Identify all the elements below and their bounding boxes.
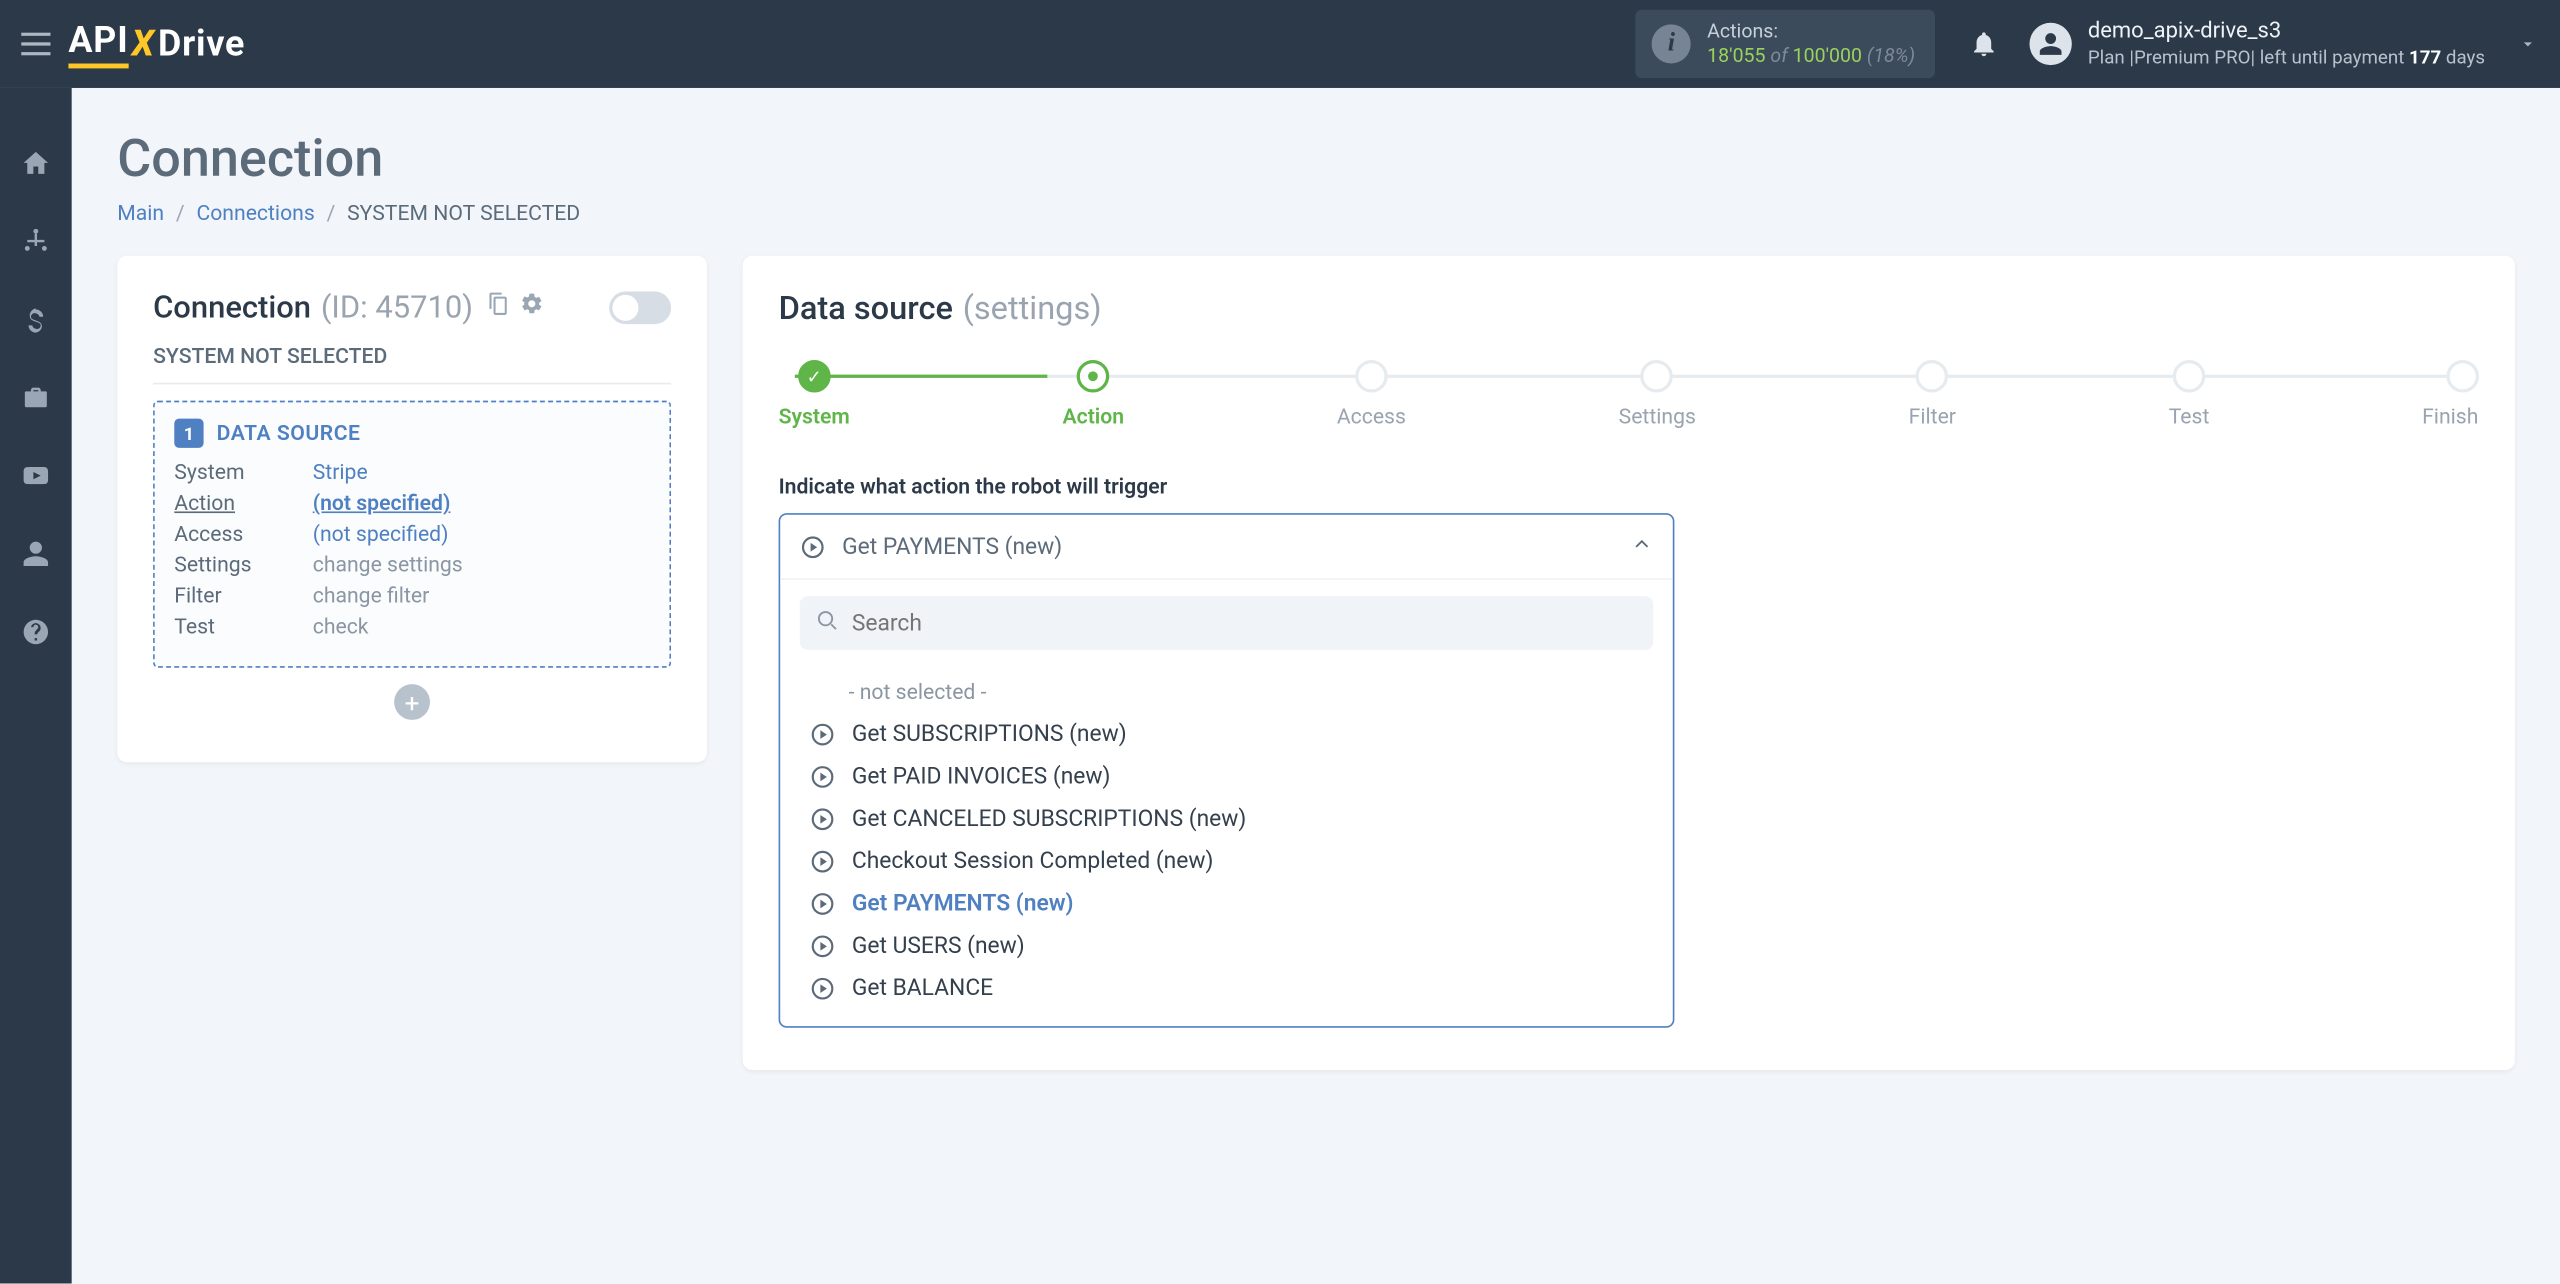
avatar-icon	[2029, 23, 2071, 65]
actions-pct: (18%)	[1867, 44, 1915, 67]
action-select-head[interactable]: Get PAYMENTS (new)	[780, 515, 1673, 580]
topbar: APIXDrive i Actions: 18'055 of 100'000 (…	[0, 0, 2560, 88]
connections-icon[interactable]	[0, 222, 72, 261]
option-canceled-subs[interactable]: Get CANCELED SUBSCRIPTIONS (new)	[780, 798, 1673, 840]
data-source-settings-card: Data source (settings) ✓System Action Ac…	[743, 256, 2515, 1070]
sidebar	[0, 88, 72, 1284]
connection-subtitle: SYSTEM NOT SELECTED	[153, 345, 671, 384]
actions-used: 18'055	[1707, 44, 1765, 67]
logo-drive: Drive	[158, 24, 245, 65]
ds-row-system: SystemStripe	[174, 461, 650, 485]
step-action[interactable]: Action	[1063, 360, 1125, 430]
ds-row-settings: Settingschange settings	[174, 554, 650, 578]
briefcase-icon[interactable]	[0, 378, 72, 417]
option-checkout-session[interactable]: Checkout Session Completed (new)	[780, 840, 1673, 882]
data-source-block[interactable]: 1 DATA SOURCE SystemStripe Action(not sp…	[153, 401, 671, 668]
breadcrumb-connections[interactable]: Connections	[196, 202, 314, 226]
actions-counter[interactable]: i Actions: 18'055 of 100'000 (18%)	[1636, 10, 1935, 78]
action-search[interactable]	[800, 596, 1653, 650]
connection-toggle[interactable]	[609, 291, 671, 324]
main: Connection Main / Connections / SYSTEM N…	[72, 88, 2560, 1284]
play-icon	[810, 933, 836, 959]
play-icon	[810, 849, 836, 875]
step-finish[interactable]: Finish	[2422, 360, 2478, 430]
play-icon	[810, 976, 836, 1002]
menu-toggle-button[interactable]	[13, 33, 59, 56]
copy-icon[interactable]	[486, 292, 510, 323]
step-system[interactable]: ✓System	[779, 360, 850, 430]
option-balance[interactable]: Get BALANCE	[780, 968, 1673, 1010]
option-subscriptions[interactable]: Get SUBSCRIPTIONS (new)	[780, 713, 1673, 755]
user-menu-caret-icon[interactable]	[2518, 29, 2538, 60]
action-select: Get PAYMENTS (new) - not selected - Get …	[779, 513, 1675, 1028]
user-name: demo_apix-drive_s3	[2088, 18, 2485, 47]
help-icon[interactable]	[0, 612, 72, 651]
ds-settings-subtitle: (settings)	[963, 288, 1102, 327]
youtube-icon[interactable]	[0, 456, 72, 495]
play-icon	[810, 891, 836, 917]
ds-row-filter: Filterchange filter	[174, 585, 650, 609]
ds-row-test: Testcheck	[174, 616, 650, 640]
ds-row-access: Access(not specified)	[174, 523, 650, 547]
option-paid-invoices[interactable]: Get PAID INVOICES (new)	[780, 756, 1673, 798]
billing-icon[interactable]	[0, 300, 72, 339]
action-search-input[interactable]	[852, 610, 1637, 636]
logo[interactable]: APIXDrive	[68, 20, 245, 67]
actions-of: of	[1770, 44, 1787, 67]
actions-total: 100'000	[1793, 44, 1862, 67]
play-icon	[810, 764, 836, 790]
logo-api: API	[68, 20, 128, 67]
search-icon	[816, 608, 839, 639]
step-test[interactable]: Test	[2169, 360, 2210, 430]
action-field-label: Indicate what action the robot will trig…	[779, 476, 2479, 500]
breadcrumb-main[interactable]: Main	[117, 202, 164, 226]
action-options: - not selected - Get SUBSCRIPTIONS (new)…	[780, 666, 1673, 1026]
actions-label: Actions:	[1707, 20, 1915, 44]
user-plan: Plan |Premium PRO| left until payment 17…	[2088, 46, 2485, 70]
data-source-title: DATA SOURCE	[217, 421, 361, 445]
info-icon: i	[1652, 24, 1691, 63]
chevron-up-icon	[1630, 531, 1653, 562]
option-none[interactable]: - not selected -	[780, 673, 1673, 714]
connection-card: Connection (ID: 45710) SYSTEM NOT SELECT…	[117, 256, 707, 763]
option-users[interactable]: Get USERS (new)	[780, 925, 1673, 967]
logo-x: X	[132, 24, 155, 65]
add-step-button[interactable]: +	[394, 684, 430, 720]
step-settings[interactable]: Settings	[1619, 360, 1696, 430]
settings-icon[interactable]	[520, 292, 544, 323]
ds-settings-title: Data source	[779, 288, 953, 327]
step-filter[interactable]: Filter	[1909, 360, 1956, 430]
breadcrumb: Main / Connections / SYSTEM NOT SELECTED	[117, 202, 2514, 226]
action-select-value: Get PAYMENTS (new)	[842, 533, 1062, 559]
play-icon	[800, 533, 826, 559]
data-source-badge: 1	[174, 419, 203, 448]
ds-row-action: Action(not specified)	[174, 492, 650, 516]
home-icon[interactable]	[0, 143, 72, 182]
breadcrumb-current: SYSTEM NOT SELECTED	[347, 202, 580, 226]
account-icon[interactable]	[0, 534, 72, 573]
step-access[interactable]: Access	[1337, 360, 1406, 430]
stepper: ✓System Action Access Settings Filter Te…	[779, 360, 2479, 430]
connection-id: (ID: 45710)	[321, 288, 473, 325]
user-menu[interactable]: demo_apix-drive_s3 Plan |Premium PRO| le…	[2029, 18, 2485, 71]
page-title: Connection	[117, 127, 2514, 189]
notifications-icon[interactable]	[1954, 29, 2013, 58]
option-payments[interactable]: Get PAYMENTS (new)	[780, 883, 1673, 925]
play-icon	[810, 806, 836, 832]
play-icon	[810, 722, 836, 748]
connection-title: Connection	[153, 288, 311, 325]
